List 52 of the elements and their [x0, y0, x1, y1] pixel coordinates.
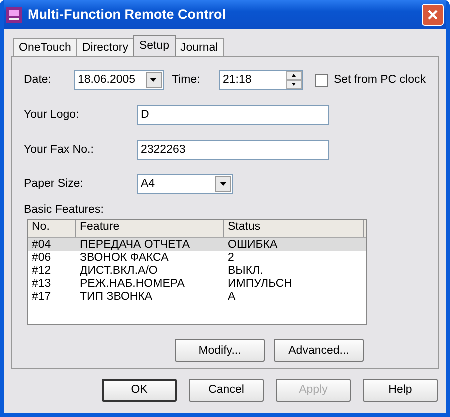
tab[interactable]: Journal: [174, 38, 224, 56]
table-cell-text: РЕЖ.НАБ.НОМЕРА: [79, 278, 186, 290]
close-button[interactable]: [422, 4, 444, 26]
table-cell-text: #13: [31, 278, 52, 290]
list-row[interactable]: #06 ЗВОНОК ФАКСА 2: [28, 251, 366, 264]
table-cell-text: 2: [227, 252, 236, 264]
list-row[interactable]: #12 ДИСТ.ВКЛ.А/О ВЫКЛ.: [28, 264, 366, 277]
tab[interactable]: Setup: [133, 35, 176, 56]
checkbox[interactable]: [314, 74, 328, 86]
section-label: Basic Features:: [24, 204, 105, 216]
fax-label: Your Fax No.:: [24, 144, 95, 156]
table-cell-text: ИМПУЛЬСН: [227, 278, 294, 290]
dialog-button[interactable]: Cancel: [189, 378, 264, 402]
table-cell-text: ДИСТ.ВКЛ.А/О: [79, 264, 159, 276]
list-row[interactable]: #13 РЕЖ.НАБ.НОМЕРА ИМПУЛЬСН: [28, 277, 366, 290]
table-cell-text: #17: [31, 290, 52, 302]
date-label: Date:: [24, 74, 52, 86]
date-picker[interactable]: 18.06.2005: [74, 70, 164, 90]
logo-label: Your Logo:: [24, 109, 80, 121]
tab[interactable]: OneTouch: [13, 38, 78, 56]
dropdown[interactable]: A4: [137, 174, 233, 194]
spinner-icon[interactable]: [286, 71, 302, 89]
dialog-button[interactable]: OK: [102, 378, 177, 402]
close-icon[interactable]: [427, 8, 439, 20]
input-field[interactable]: D: [137, 105, 329, 125]
column-header[interactable]: Status: [224, 220, 364, 237]
table-cell-text: ПЕРЕДАЧА ОТЧЕТА: [79, 238, 191, 250]
table-cell-text: #04: [31, 238, 52, 250]
list-row[interactable]: #17 ТИП ЗВОНКА А: [28, 290, 366, 303]
input-field[interactable]: 2322263: [137, 140, 329, 160]
action-button[interactable]: Modify...: [175, 339, 265, 362]
action-button[interactable]: Advanced...: [274, 339, 364, 362]
column-header[interactable]: No.: [28, 220, 76, 237]
table-cell-text: ЗВОНОК ФАКСА: [79, 252, 170, 264]
time-field[interactable]: 21:18: [218, 70, 303, 90]
list-row[interactable]: #04 ПЕРЕДАЧА ОТЧЕТА ОШИБКА: [28, 238, 366, 251]
table-cell-text: #06: [31, 252, 52, 264]
table-cell-text: ОШИБКА: [227, 238, 279, 250]
table-cell-text: ТИП ЗВОНКА: [79, 290, 154, 302]
time-label: Time:: [172, 74, 202, 86]
column-header[interactable]: Feature: [76, 220, 224, 237]
table-cell-text: ВЫКЛ.: [227, 264, 264, 276]
dropdown-icon[interactable]: [215, 176, 231, 192]
dialog-button[interactable]: Help: [363, 378, 438, 402]
window-title: Multi-Function Remote Control: [28, 7, 227, 22]
table-cell-text: #12: [31, 264, 52, 276]
paper-size-label: Paper Size:: [24, 178, 84, 190]
app-icon: [6, 6, 22, 22]
table-cell-text: А: [227, 290, 237, 302]
tab[interactable]: Directory: [76, 38, 134, 56]
checkbox-label: Set from PC clock: [334, 74, 426, 86]
dropdown-icon[interactable]: [146, 72, 162, 88]
